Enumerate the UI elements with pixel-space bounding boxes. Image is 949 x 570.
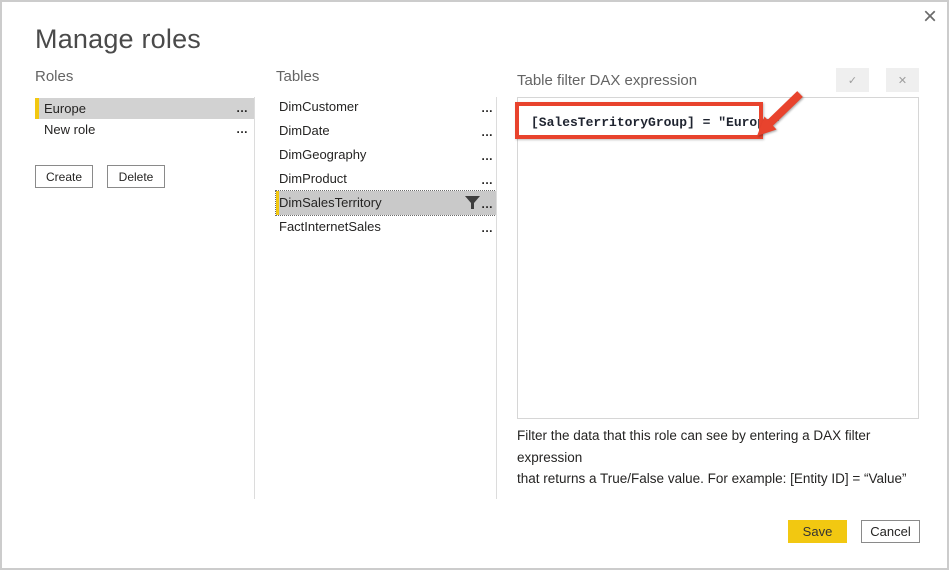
table-item-factinternetsales[interactable]: FactInternetSales ...	[276, 215, 496, 239]
role-label: New role	[44, 122, 95, 137]
cancel-button[interactable]: Cancel	[861, 520, 920, 543]
roles-panel: Roles Europe ... New role ... Create Del…	[35, 68, 254, 188]
dialog-title: Manage roles	[35, 24, 201, 55]
table-item-dimdate[interactable]: DimDate ...	[276, 119, 496, 143]
dax-help-text: Filter the data that this role can see b…	[517, 425, 919, 490]
table-label: DimSalesTerritory	[279, 195, 382, 210]
apply-expression-button[interactable]: ✓	[836, 68, 869, 92]
more-options-icon[interactable]: ...	[481, 192, 493, 216]
more-options-icon[interactable]: ...	[236, 119, 248, 140]
table-label: DimGeography	[279, 147, 366, 162]
dax-panel: Table filter DAX expression ✓ ✕ [SalesTe…	[517, 68, 919, 490]
more-options-icon[interactable]: ...	[481, 144, 493, 168]
role-label: Europe	[44, 101, 86, 116]
filter-icon	[465, 196, 480, 210]
table-item-dimsalesterritory[interactable]: DimSalesTerritory ...	[276, 191, 496, 215]
revert-expression-button[interactable]: ✕	[886, 68, 919, 92]
dax-expression-editor[interactable]: [SalesTerritoryGroup] = "Europe"	[517, 97, 919, 419]
dax-header: Table filter DAX expression	[517, 72, 819, 89]
table-item-dimgeography[interactable]: DimGeography ...	[276, 143, 496, 167]
column-divider	[496, 97, 497, 499]
roles-header: Roles	[35, 68, 254, 85]
table-label: FactInternetSales	[279, 219, 381, 234]
delete-button[interactable]: Delete	[107, 165, 165, 188]
tables-panel: Tables DimCustomer ... DimDate ... DimGe…	[276, 68, 496, 239]
more-options-icon[interactable]: ...	[481, 120, 493, 144]
more-options-icon[interactable]: ...	[481, 168, 493, 192]
dax-help-line1: Filter the data that this role can see b…	[517, 425, 919, 468]
table-label: DimDate	[279, 123, 330, 138]
tables-list: DimCustomer ... DimDate ... DimGeography…	[276, 95, 496, 239]
table-label: DimCustomer	[279, 99, 358, 114]
manage-roles-dialog: × Manage roles Roles Europe ... New role…	[0, 0, 949, 570]
more-options-icon[interactable]: ...	[481, 96, 493, 120]
table-label: DimProduct	[279, 171, 347, 186]
dax-expression-text[interactable]: [SalesTerritoryGroup] = "Europe"	[531, 115, 781, 130]
role-buttons: Create Delete	[35, 165, 254, 188]
tables-header: Tables	[276, 68, 496, 85]
role-item-europe[interactable]: Europe ...	[35, 98, 254, 119]
close-icon[interactable]: ×	[923, 4, 937, 30]
role-item-new-role[interactable]: New role ...	[35, 119, 254, 140]
table-item-dimproduct[interactable]: DimProduct ...	[276, 167, 496, 191]
more-options-icon[interactable]: ...	[481, 216, 493, 240]
create-button[interactable]: Create	[35, 165, 93, 188]
column-divider	[254, 97, 255, 499]
more-options-icon[interactable]: ...	[236, 98, 248, 119]
table-item-dimcustomer[interactable]: DimCustomer ...	[276, 95, 496, 119]
dax-header-row: Table filter DAX expression ✓ ✕	[517, 68, 919, 92]
roles-list: Europe ... New role ...	[35, 98, 254, 140]
dax-help-line2: that returns a True/False value. For exa…	[517, 468, 919, 490]
save-button[interactable]: Save	[788, 520, 847, 543]
